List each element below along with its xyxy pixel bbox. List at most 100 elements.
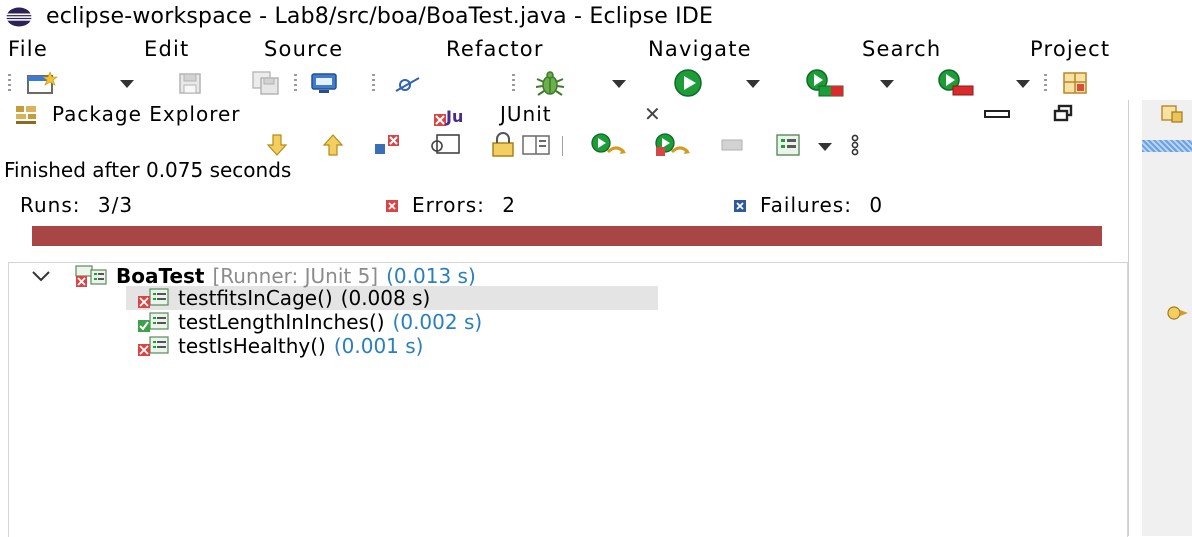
toolbar-separator	[372, 74, 375, 92]
errors-label: Errors:	[412, 193, 485, 217]
coverage-dropdown-icon[interactable]	[880, 80, 894, 88]
external-tools-icon	[938, 69, 974, 96]
test-suite-name: BoaTest	[116, 264, 205, 288]
new-wizard-button[interactable]	[22, 66, 62, 100]
tree-row-test[interactable]: testLengthInInches() (0.002 s)	[136, 310, 482, 334]
history-dropdown-icon[interactable]	[818, 143, 832, 151]
menu-source[interactable]: Source	[264, 37, 343, 61]
failures-only-icon	[375, 135, 399, 154]
open-perspective-button[interactable]	[1056, 66, 1096, 100]
title-bar: eclipse-workspace - Lab8/src/boa/BoaTest…	[0, 0, 1192, 36]
menu-navigate[interactable]: Navigate	[648, 37, 752, 61]
errors-counter: Errors: 2	[386, 193, 516, 217]
toolbar-divider	[562, 136, 563, 156]
test-name: testfitsInCage()	[178, 286, 333, 310]
save-icon	[179, 73, 201, 94]
test-suite-time: (0.013 s)	[386, 264, 476, 288]
layout-button[interactable]	[518, 131, 554, 159]
external-tools-button[interactable]	[932, 66, 982, 100]
scroll-lock-button[interactable]	[428, 131, 464, 159]
tab-junit-label: JUnit	[500, 102, 552, 126]
run-button[interactable]	[666, 66, 710, 100]
failure-icon	[734, 200, 746, 212]
test-name: testLengthInInches()	[178, 310, 385, 334]
previous-failure-button[interactable]	[318, 131, 348, 159]
eclipse-icon	[6, 7, 32, 27]
view-menu-icon	[851, 134, 859, 156]
failures-label: Failures:	[760, 193, 852, 217]
errors-value: 2	[502, 193, 517, 217]
menu-file[interactable]: File	[8, 37, 48, 61]
test-run-status: Finished after 0.075 seconds	[4, 158, 292, 182]
package-explorer-icon	[14, 104, 38, 130]
scroll-lock-icon	[431, 134, 460, 154]
window-title: eclipse-workspace - Lab8/src/boa/BoaTest…	[46, 4, 714, 29]
show-failures-only-button[interactable]	[372, 131, 404, 159]
skip-breakpoints-button[interactable]	[388, 66, 428, 100]
terminal-icon	[311, 73, 337, 93]
external-tools-dropdown-icon[interactable]	[1016, 80, 1030, 88]
open-perspective-icon	[1063, 72, 1087, 94]
menu-edit[interactable]: Edit	[144, 37, 189, 61]
error-icon	[386, 200, 398, 212]
run-icon	[674, 69, 702, 97]
new-wizard-dropdown-icon[interactable]	[120, 80, 134, 88]
stop-button[interactable]	[716, 131, 748, 159]
open-terminal-button[interactable]	[304, 66, 344, 100]
stop-icon	[721, 139, 743, 151]
rerun-failed-first-icon	[655, 133, 690, 156]
test-time: (0.008 s)	[340, 286, 431, 310]
tab-package-explorer[interactable]: Package Explorer	[52, 102, 241, 126]
test-time: (0.001 s)	[333, 334, 424, 358]
rerun-icon	[591, 133, 626, 154]
test-name: testIsHealthy()	[178, 334, 326, 358]
main-toolbar	[0, 66, 1192, 100]
test-error-icon	[138, 288, 169, 308]
tree-row-test[interactable]: testfitsInCage() (0.008 s)	[136, 286, 430, 310]
chevron-down-icon[interactable]	[30, 268, 52, 284]
save-all-icon	[252, 71, 279, 95]
view-menu-button[interactable]	[840, 131, 870, 159]
debug-bug-icon	[535, 71, 565, 96]
arrow-down-icon	[266, 134, 288, 156]
minimize-view-icon[interactable]	[984, 110, 1010, 118]
test-progress-bar	[32, 226, 1102, 246]
test-suite-runner: [Runner: JUnit 5]	[212, 264, 379, 288]
close-tab-icon[interactable]: ✕	[644, 102, 662, 126]
tree-row-root[interactable]: BoaTest [Runner: JUnit 5] (0.013 s)	[30, 264, 476, 288]
history-list-icon	[776, 134, 800, 156]
menu-refactor[interactable]: Refactor	[446, 37, 544, 61]
coverage-icon	[806, 69, 844, 97]
toolbar-separator	[1044, 74, 1047, 92]
save-button[interactable]	[170, 66, 210, 100]
new-wizard-icon	[27, 71, 58, 94]
runs-label: Runs:	[20, 193, 81, 217]
run-dropdown-icon[interactable]	[746, 80, 760, 88]
override-marker-icon[interactable]	[1166, 304, 1190, 326]
coverage-button[interactable]	[800, 66, 850, 100]
menu-bar: File Edit Source Refactor Navigate Searc…	[0, 36, 1192, 66]
test-run-history-lock-button[interactable]	[488, 131, 518, 159]
junit-toolbar	[0, 131, 1120, 161]
rerun-failed-first-button[interactable]	[650, 131, 694, 159]
toolbar-separator	[512, 74, 515, 92]
save-all-button[interactable]	[246, 66, 286, 100]
maximize-view-icon[interactable]	[1052, 104, 1074, 126]
runs-counter: Runs: 3/3	[20, 193, 133, 217]
menu-search[interactable]: Search	[862, 37, 941, 61]
failures-counter: Failures: 0	[734, 193, 883, 217]
test-run-history-button[interactable]	[772, 131, 804, 159]
panel-sash[interactable]	[1128, 100, 1141, 536]
rerun-test-button[interactable]	[586, 131, 630, 159]
lock-icon	[492, 132, 514, 157]
debug-button[interactable]	[528, 66, 572, 100]
next-failure-button[interactable]	[262, 131, 292, 159]
debug-dropdown-icon[interactable]	[612, 80, 626, 88]
tree-row-test[interactable]: testIsHealthy() (0.001 s)	[136, 334, 423, 358]
editor-tab-icon[interactable]	[1160, 104, 1184, 128]
junit-icon: Ju	[432, 104, 463, 132]
toolbar-separator	[294, 74, 297, 92]
failures-value: 0	[869, 193, 884, 217]
menu-project[interactable]: Project	[1030, 37, 1110, 61]
tab-junit[interactable]: Ju JUnit ✕	[432, 100, 698, 132]
